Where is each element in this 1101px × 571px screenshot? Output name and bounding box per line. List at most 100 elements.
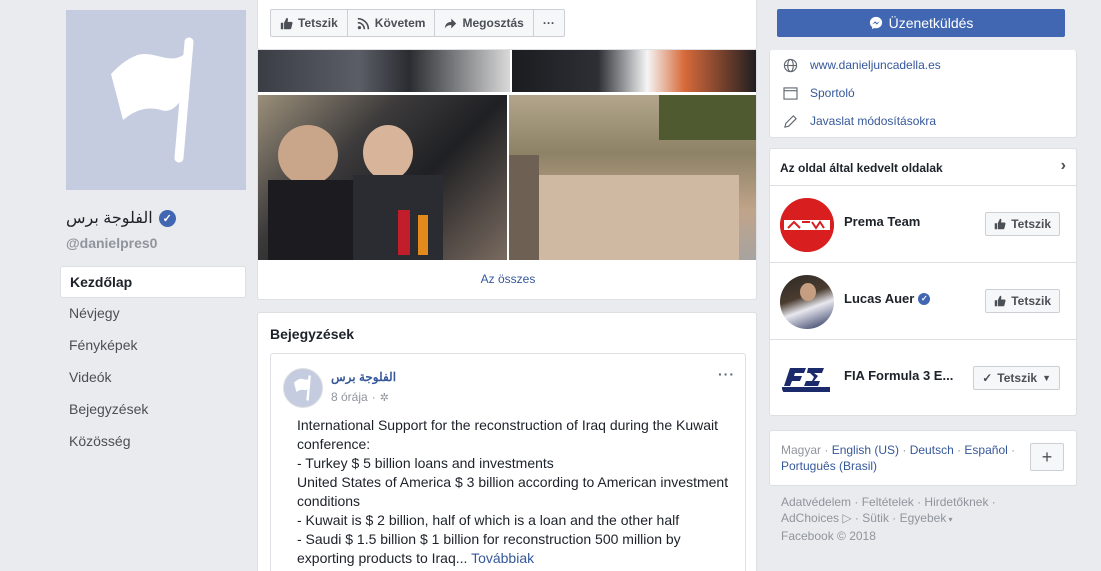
nav-item-community[interactable]: Közösség (60, 426, 246, 458)
more-languages-button[interactable]: + (1030, 443, 1064, 471)
language-list: Magyar · English (US) · Deutsch · Españo… (781, 443, 1016, 473)
nav-item-posts[interactable]: Bejegyzések (60, 394, 246, 426)
globe-icon (782, 57, 798, 73)
liked-pages-title: Az oldal által kedvelt oldalak (780, 161, 943, 175)
post-timestamp: 8 órája · ✲ (331, 390, 389, 404)
caret-down-icon: ▼ (1042, 373, 1051, 383)
page-profile-picture[interactable] (66, 10, 246, 190)
send-message-button[interactable]: Üzenetküldés (777, 9, 1065, 37)
footer-link-more[interactable]: Egyebek (900, 511, 947, 525)
thumbs-up-icon (994, 295, 1006, 307)
about-card: www.danieljuncadella.es Sportoló Javasla… (769, 50, 1077, 138)
post-card: الفلوجة برس 8 órája · ✲ ··· Internationa… (270, 353, 746, 571)
liked-page-item: Prema Team Tetszik (770, 186, 1076, 263)
caret-down-icon: ▾ (946, 515, 953, 524)
post-text-line: - Kuwait is $ 2 billion, half of which i… (297, 512, 680, 528)
suggest-edit-link[interactable]: Javaslat módosításokra (810, 114, 936, 128)
fia-f3-logo-avatar[interactable] (780, 352, 834, 406)
send-message-label: Üzenetküldés (888, 15, 974, 31)
verified-badge-icon: ✓ (158, 209, 176, 227)
fia-f3-logo-icon (782, 368, 830, 392)
follow-label: Követem (374, 16, 426, 30)
follow-button[interactable]: Követem (348, 10, 436, 36)
liked-page-dropdown-button[interactable]: ✓ Tetszik ▼ (973, 366, 1060, 390)
read-more-link[interactable]: Továbbiak (471, 550, 534, 566)
language-card: Magyar · English (US) · Deutsch · Españo… (769, 430, 1077, 486)
flag-icon (111, 37, 194, 163)
share-label: Megosztás (462, 16, 524, 30)
liked-page-name[interactable]: FIA Formula 3 E... (844, 368, 953, 383)
adchoices-icon[interactable]: ▷ (839, 511, 851, 525)
photo-thumbnail[interactable] (258, 95, 507, 260)
post-author-name[interactable]: الفلوجة برس (331, 370, 396, 384)
action-button-group: Tetszik Követem Megosztás ··· (270, 9, 565, 37)
liked-page-name-text: Prema Team (844, 214, 921, 229)
liked-page-name[interactable]: Prema Team (844, 214, 920, 229)
post-text-line: United States of America $ 3 billion acc… (297, 474, 729, 509)
posts-section-title: Bejegyzések (270, 326, 355, 342)
post-time-text[interactable]: 8 órája (331, 390, 368, 404)
about-website-row: www.danieljuncadella.es (782, 57, 941, 73)
about-category-row: Sportoló (782, 85, 855, 101)
page-name-text: الفلوجة برس (66, 210, 153, 227)
post-text-line: - Saudi $ 1.5 billion $ 1 billion for re… (297, 530, 737, 568)
photo-thumbnail[interactable] (512, 50, 756, 92)
footer-link-privacy[interactable]: Adatvédelem (781, 495, 851, 509)
language-link[interactable]: Português (Brasil) (781, 459, 877, 473)
prema-logo-icon (780, 198, 834, 252)
footer-link-adchoices[interactable]: AdChoices (781, 511, 839, 525)
share-button[interactable]: Megosztás (435, 10, 534, 36)
photo-thumbnail[interactable] (509, 95, 756, 260)
see-all-photos-link[interactable]: Az összes (258, 272, 756, 286)
more-options-button[interactable]: ··· (534, 10, 564, 36)
photo-thumbnail[interactable] (258, 50, 510, 92)
prema-logo-avatar[interactable] (780, 198, 834, 252)
category-link[interactable]: Sportoló (810, 86, 855, 100)
chevron-right-icon[interactable]: › (1061, 157, 1066, 175)
like-button-label: Tetszik (997, 371, 1038, 385)
liked-page-item: FIA Formula 3 E... ✓ Tetszik ▼ (770, 340, 1076, 417)
footer-link-advertisers[interactable]: Hirdetőknek (924, 495, 988, 509)
like-page-button[interactable]: Tetszik (985, 289, 1060, 313)
checkmark-icon: ✓ (982, 371, 993, 385)
like-page-button[interactable]: Tetszik (271, 10, 348, 36)
page-nav: Kezdőlap Névjegy Fényképek Videók Bejegy… (60, 266, 246, 458)
footer-line: AdChoices ▷ · Sütik · Egyebek ▾ (781, 511, 953, 525)
liked-page-name-text: FIA Formula 3 E... (844, 368, 954, 383)
category-icon (782, 85, 798, 101)
post-avatar[interactable] (283, 368, 323, 408)
language-link[interactable]: English (US) (832, 443, 899, 457)
language-link[interactable]: Deutsch (910, 443, 954, 457)
about-suggest-edit-row: Javaslat módosításokra (782, 113, 936, 129)
like-button-label: Tetszik (1011, 217, 1051, 231)
footer-link-terms[interactable]: Feltételek (862, 495, 914, 509)
thumbs-up-icon (994, 218, 1006, 230)
liked-page-name-text: Lucas Auer (844, 291, 915, 306)
page-handle: @danielpres0 (66, 235, 158, 251)
photos-preview: Az összes (257, 50, 757, 300)
copyright: Facebook © 2018 (781, 529, 876, 543)
post-text-line: International Support for the reconstruc… (297, 417, 719, 452)
like-label: Tetszik (298, 16, 338, 30)
plus-icon: + (1041, 446, 1053, 467)
nav-item-home[interactable]: Kezdőlap (60, 266, 246, 298)
pencil-icon (782, 113, 798, 129)
liked-page-name[interactable]: Lucas Auer ✓ (844, 291, 931, 306)
nav-item-photos[interactable]: Fényképek (60, 330, 246, 362)
liked-page-item: Lucas Auer ✓ Tetszik (770, 263, 1076, 340)
nav-item-about[interactable]: Névjegy (60, 298, 246, 330)
nav-item-videos[interactable]: Videók (60, 362, 246, 394)
website-link[interactable]: www.danieljuncadella.es (810, 58, 941, 72)
like-button-label: Tetszik (1011, 294, 1051, 308)
language-link[interactable]: Español (964, 443, 1007, 457)
page-action-bar: Tetszik Követem Megosztás ··· (257, 0, 757, 50)
lucas-auer-avatar[interactable] (780, 275, 834, 329)
footer-link-cookies[interactable]: Sütik (862, 511, 889, 525)
like-page-button[interactable]: Tetszik (985, 212, 1060, 236)
globe-audience-icon[interactable]: ✲ (380, 391, 389, 404)
post-body: International Support for the reconstruc… (297, 416, 737, 568)
messenger-icon (869, 16, 882, 30)
verified-badge-icon: ✓ (918, 292, 931, 305)
post-options-button[interactable]: ··· (718, 366, 735, 382)
liked-pages-header[interactable]: Az oldal által kedvelt oldalak › (770, 149, 1076, 186)
